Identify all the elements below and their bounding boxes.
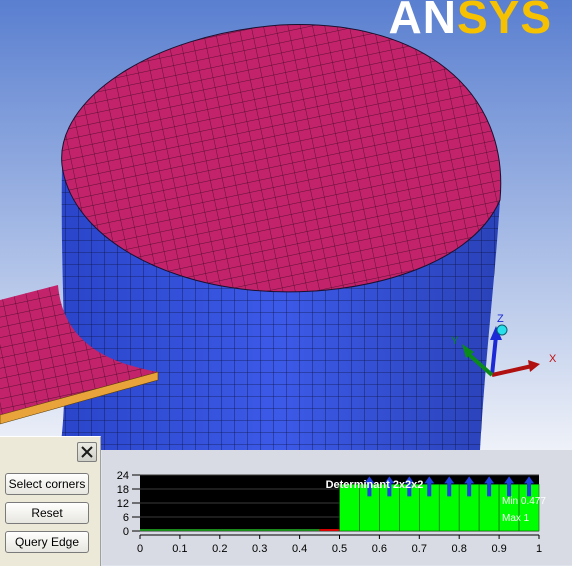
y-tick-label: 18 xyxy=(117,484,129,496)
z-axis-label: Z xyxy=(497,313,504,325)
x-tick-label: 0.4 xyxy=(292,543,307,555)
x-tick-label: 0 xyxy=(137,543,143,555)
query-edge-button[interactable]: Query Edge xyxy=(5,531,89,553)
x-tick-label: 0.9 xyxy=(491,543,506,555)
y-tick-label: 0 xyxy=(123,526,129,538)
x-tick-label: 1 xyxy=(536,543,542,555)
x-tick-label: 0.7 xyxy=(412,543,427,555)
histogram-bar xyxy=(339,484,360,532)
histogram-svg[interactable]: 0 6 12 18 24 0 0.1 0.2 0.3 0.4 0.5 0.6 0.7 0.8 0.9 1 Det… xyxy=(102,450,572,565)
mesh-canvas[interactable]: Z X Y xyxy=(0,0,572,450)
x-tick-label: 0.8 xyxy=(452,543,467,555)
select-corners-button[interactable]: Select corners xyxy=(5,473,89,495)
x-axis-label: X xyxy=(549,353,557,365)
ansys-logo: ANSYS xyxy=(388,0,552,43)
x-tick-label: 0.1 xyxy=(172,543,187,555)
x-tick-label: 0.5 xyxy=(332,543,347,555)
x-tick-label: 0.2 xyxy=(212,543,227,555)
x-tick-label: 0.6 xyxy=(372,543,387,555)
y-tick-label: 12 xyxy=(117,498,129,510)
tool-panel: Select corners Reset Query Edge xyxy=(0,436,101,566)
3d-viewport[interactable]: Z X Y ANSYS xyxy=(0,0,572,450)
x-tick-label: 0.3 xyxy=(252,543,267,555)
quality-histogram[interactable]: 0 6 12 18 24 0 0.1 0.2 0.3 0.4 0.5 0.6 0.7 0.8 0.9 1 Det… xyxy=(102,450,572,565)
y-axis-label: Y xyxy=(451,335,459,347)
y-tick-label: 6 xyxy=(123,512,129,524)
max-label: Max 1 xyxy=(502,513,530,524)
y-tick-label: 24 xyxy=(117,470,129,482)
close-button[interactable] xyxy=(77,442,97,462)
min-label: Min 0.477 xyxy=(502,496,546,507)
reset-button[interactable]: Reset xyxy=(5,502,89,524)
close-icon xyxy=(81,446,93,458)
chart-title: Determinant 2x2x2 xyxy=(326,479,424,491)
